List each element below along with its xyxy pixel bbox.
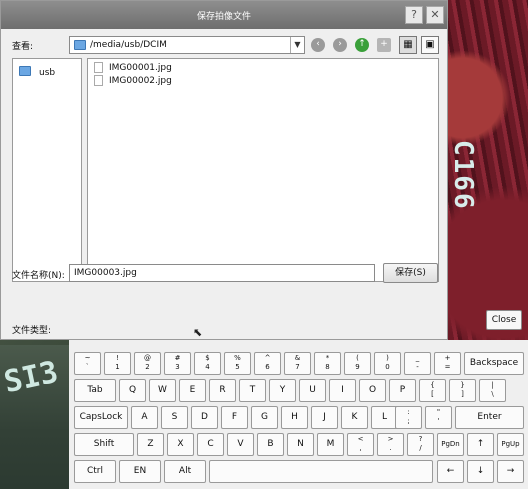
- key-letter[interactable]: K: [341, 406, 368, 429]
- key-letter[interactable]: S: [161, 406, 188, 429]
- file-list: IMG00001.jpg IMG00002.jpg: [87, 58, 439, 282]
- icon-view-icon[interactable]: ▦: [399, 36, 417, 54]
- capslock-key[interactable]: CapsLock: [74, 406, 128, 429]
- key-letter[interactable]: C: [197, 433, 224, 456]
- backspace-key[interactable]: Backspace: [464, 352, 524, 375]
- back-icon[interactable]: ‹: [311, 38, 325, 52]
- key-symbol[interactable]: <,: [347, 433, 374, 456]
- mouse-cursor-icon: ⬉: [193, 326, 203, 339]
- key-symbol[interactable]: @2: [134, 352, 161, 375]
- key-letter[interactable]: G: [251, 406, 278, 429]
- pgup-key[interactable]: PgUp: [497, 433, 524, 456]
- key-symbol[interactable]: % 5: [224, 352, 251, 375]
- list-item[interactable]: IMG00002.jpg: [94, 75, 172, 87]
- key-letter[interactable]: I: [329, 379, 356, 402]
- key-letter[interactable]: Q: [119, 379, 146, 402]
- key-symbol[interactable]: | \: [479, 379, 506, 402]
- close-icon[interactable]: ✕: [426, 6, 444, 24]
- key-symbol[interactable]: :;: [395, 406, 422, 429]
- help-button[interactable]: ?: [405, 6, 423, 24]
- dialog-title: 保存拍像文件: [196, 12, 251, 22]
- key-letter[interactable]: J: [311, 406, 338, 429]
- file-name: IMG00001.jpg: [109, 62, 172, 73]
- arrow-up-icon[interactable]: ↑: [467, 433, 494, 456]
- key-letter[interactable]: Y: [269, 379, 296, 402]
- ctrl-key[interactable]: Ctrl: [74, 460, 116, 483]
- file-name: IMG00002.jpg: [109, 75, 172, 86]
- path-combobox[interactable]: /media/usb/DCIM ▼: [69, 36, 305, 54]
- chevron-down-icon[interactable]: ▼: [290, 37, 304, 53]
- pgdn-key[interactable]: PgDn: [437, 433, 464, 456]
- key-letter[interactable]: N: [287, 433, 314, 456]
- sidebar-item-label: usb: [39, 68, 56, 78]
- key-symbol[interactable]: ~ `: [74, 352, 101, 375]
- key-symbol[interactable]: * 8: [314, 352, 341, 375]
- key-letter[interactable]: X: [167, 433, 194, 456]
- sidebar-item-usb[interactable]: usb: [19, 65, 55, 78]
- detail-view-icon[interactable]: ▣: [421, 36, 439, 54]
- key-letter[interactable]: Z: [137, 433, 164, 456]
- forward-icon[interactable]: ›: [333, 38, 347, 52]
- key-letter[interactable]: E: [179, 379, 206, 402]
- filename-input[interactable]: IMG00003.jpg: [69, 264, 375, 282]
- key-symbol[interactable]: ? /: [407, 433, 434, 456]
- filename-label: 文件名称(N):: [12, 271, 65, 281]
- key-letter[interactable]: R: [209, 379, 236, 402]
- key-symbol[interactable]: }]: [449, 379, 476, 402]
- folder-icon: [74, 40, 86, 50]
- keyboard-close-button[interactable]: Close: [486, 310, 522, 330]
- key-letter[interactable]: B: [257, 433, 284, 456]
- tab-key[interactable]: Tab: [74, 379, 116, 402]
- enter-key[interactable]: Enter: [455, 406, 524, 429]
- key-symbol[interactable]: ^ 6: [254, 352, 281, 375]
- key-letter[interactable]: W: [149, 379, 176, 402]
- key-letter[interactable]: H: [281, 406, 308, 429]
- key-letter[interactable]: A: [131, 406, 158, 429]
- language-key[interactable]: EN: [119, 460, 161, 483]
- key-symbol[interactable]: + =: [434, 352, 461, 375]
- key-letter[interactable]: D: [191, 406, 218, 429]
- path-value: /media/usb/DCIM: [90, 40, 167, 50]
- key-letter[interactable]: F: [221, 406, 248, 429]
- key-symbol[interactable]: >.: [377, 433, 404, 456]
- key-letter[interactable]: M: [317, 433, 344, 456]
- parent-directory-icon[interactable]: ↑: [355, 38, 369, 52]
- space-key[interactable]: [209, 460, 433, 483]
- folder-icon: [19, 66, 31, 76]
- key-letter[interactable]: T: [239, 379, 266, 402]
- new-folder-icon[interactable]: +: [377, 38, 391, 52]
- alt-key[interactable]: Alt: [164, 460, 206, 483]
- title-bar: 保存拍像文件 ? ✕: [1, 1, 447, 29]
- key-symbol[interactable]: & 7: [284, 352, 311, 375]
- key-symbol[interactable]: $4: [194, 352, 221, 375]
- key-letter[interactable]: P: [389, 379, 416, 402]
- key-letter[interactable]: L: [371, 406, 398, 429]
- key-symbol[interactable]: " ': [425, 406, 452, 429]
- arrow-left-icon[interactable]: ←: [437, 460, 464, 483]
- arrow-down-icon[interactable]: ↓: [467, 460, 494, 483]
- key-symbol[interactable]: _ -: [404, 352, 431, 375]
- key-letter[interactable]: O: [359, 379, 386, 402]
- arrow-right-icon[interactable]: →: [497, 460, 524, 483]
- look-in-label: 查看:: [12, 42, 34, 52]
- save-button[interactable]: 保存(S): [383, 263, 438, 283]
- sidebar: usb: [12, 58, 82, 282]
- key-letter[interactable]: V: [227, 433, 254, 456]
- key-symbol[interactable]: ) 0: [374, 352, 401, 375]
- key-symbol[interactable]: ! 1: [104, 352, 131, 375]
- save-image-dialog: 保存拍像文件 ? ✕ 查看: /media/usb/DCIM ▼ ‹ › ↑ +…: [0, 0, 448, 340]
- file-icon: [94, 75, 103, 86]
- key-symbol[interactable]: {[: [419, 379, 446, 402]
- pcb-silkscreen-label: C166: [448, 140, 478, 211]
- filetype-label: 文件类型:: [12, 326, 52, 336]
- list-item[interactable]: IMG00001.jpg: [94, 62, 172, 74]
- key-letter[interactable]: U: [299, 379, 326, 402]
- key-symbol[interactable]: #3: [164, 352, 191, 375]
- file-icon: [94, 62, 103, 73]
- key-symbol[interactable]: (9: [344, 352, 371, 375]
- shift-key[interactable]: Shift: [74, 433, 134, 456]
